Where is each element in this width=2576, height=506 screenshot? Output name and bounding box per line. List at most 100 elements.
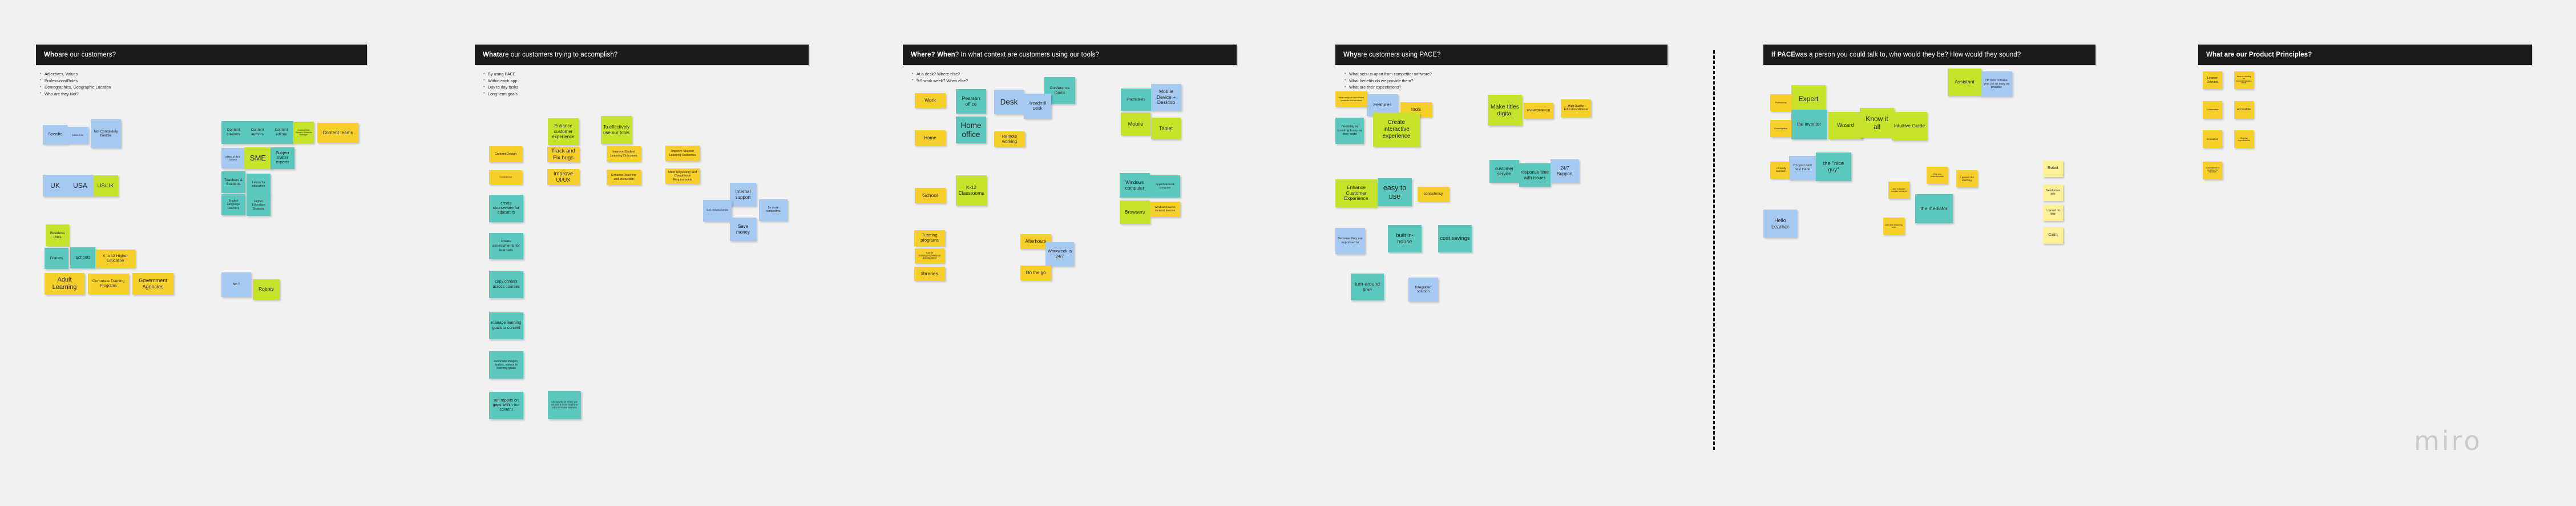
sticky-note[interactable]: Home office — [956, 117, 986, 143]
sticky-note[interactable]: Meet Regulatory and Compliance Requireme… — [665, 168, 700, 184]
sticky-note[interactable]: A commitment to excellence in education — [2203, 162, 2222, 179]
sticky-note[interactable]: Wizard — [1828, 112, 1863, 139]
sticky-note[interactable]: Browsers — [1120, 200, 1150, 224]
sticky-note[interactable]: Remote working — [994, 131, 1025, 147]
sticky-note[interactable]: Consistency — [489, 170, 522, 184]
sticky-note[interactable]: To effectively use our tools — [601, 116, 632, 144]
sticky-note[interactable]: customer service — [1489, 160, 1519, 183]
sticky-note[interactable]: Improve UI/UX — [547, 169, 579, 185]
sticky-note[interactable]: SME — [244, 147, 272, 169]
sticky-note[interactable]: Adult Learning — [45, 273, 84, 295]
sticky-note[interactable]: turn-around time — [1351, 274, 1384, 300]
sticky-note[interactable]: Improve Student Learning Outcomes — [665, 146, 700, 161]
sticky-note[interactable]: Schools — [70, 247, 95, 268]
sticky-note[interactable]: manage learning goals to content — [489, 312, 523, 339]
sticky-note[interactable]: Workweek is 24/7 — [1045, 242, 1074, 266]
sticky-note[interactable]: K-12 Classrooms — [956, 175, 987, 206]
sticky-note[interactable]: Tutoring programs — [914, 230, 945, 246]
sticky-note[interactable]: 24/7 Support — [1551, 159, 1579, 183]
sticky-note[interactable]: I'm your new best friend — [1789, 156, 1816, 180]
sticky-note[interactable]: I'm here to make your job as easy as pos… — [1981, 71, 2012, 97]
sticky-note[interactable]: Able to explain complex concepts — [1888, 182, 1909, 199]
sticky-note[interactable]: Government Agencies — [132, 273, 173, 295]
sticky-note[interactable]: focus on meeting the learners/educators … — [2234, 71, 2254, 89]
sticky-note[interactable]: K to 12 Higher Education — [95, 250, 135, 268]
sticky-note[interactable]: associate images, audios, videos to lear… — [489, 351, 523, 379]
sticky-note[interactable]: Pearson office — [956, 89, 986, 114]
sticky-note[interactable]: Enhance customer experience — [548, 118, 579, 145]
sticky-note[interactable]: the mediator — [1915, 194, 1953, 223]
sticky-note[interactable]: Desk — [994, 90, 1024, 114]
sticky-note[interactable]: Not ? — [221, 272, 251, 297]
sticky-note[interactable]: Corporate Training Programs — [88, 274, 129, 294]
sticky-note[interactable]: Treadmill Desk — [1024, 94, 1051, 119]
sticky-note[interactable]: create assessments for learners — [489, 233, 523, 259]
sticky-note[interactable]: Content Design — [489, 146, 522, 162]
sticky-note[interactable]: I cannot do that — [2043, 204, 2063, 221]
sticky-note[interactable]: Content/Web Viewers Solutions Manager — [293, 122, 314, 143]
sticky-note[interactable]: Accessible — [2234, 101, 2254, 119]
sticky-note[interactable]: the inventor — [1791, 110, 1827, 139]
sticky-note[interactable]: run reports on where are content is most… — [548, 391, 581, 419]
sticky-note[interactable]: Content teams — [317, 123, 358, 143]
sticky-note[interactable]: US/UK — [93, 175, 118, 196]
sticky-note[interactable]: Wide range of educational products and s… — [1335, 91, 1367, 107]
sticky-note[interactable]: cost savings — [1438, 225, 1472, 252]
sticky-note[interactable]: Make titles digital — [1488, 95, 1522, 126]
sticky-note[interactable]: create courseware for educators — [489, 195, 523, 222]
sticky-note[interactable]: On the go — [1020, 266, 1051, 280]
sticky-note[interactable]: Enhance Teaching and Instruction — [607, 170, 641, 185]
sticky-note[interactable]: Integrated solution — [1408, 278, 1438, 302]
sticky-note[interactable]: Improve Student Learning Outcomes — [607, 146, 641, 162]
sticky-note[interactable]: Content editors — [269, 121, 293, 144]
sticky-note[interactable]: libraries — [914, 267, 945, 281]
sticky-note[interactable]: Enhance Customer Experience — [1335, 179, 1377, 207]
sticky-note[interactable]: Carrier training/Professional developmen… — [915, 248, 944, 263]
sticky-note[interactable]: Higher Education Students — [247, 195, 270, 216]
sticky-note[interactable]: Robots — [253, 279, 280, 300]
sticky-note[interactable]: Content creators — [221, 121, 245, 144]
sticky-note[interactable]: copy content across courses — [489, 271, 523, 298]
sticky-note[interactable]: Windows/mac/os /android devices — [1150, 202, 1180, 217]
miro-board-canvas[interactable]: Who are our customers? Adjectives, Values… — [0, 0, 2576, 506]
sticky-note[interactable]: the "nice guy" — [1816, 152, 1851, 181]
sticky-note[interactable]: Intuitive Guide — [1892, 112, 1927, 140]
sticky-note[interactable]: Windows computer — [1120, 173, 1150, 198]
sticky-note[interactable]: calm and reassuring voice — [1883, 218, 1904, 235]
sticky-note[interactable]: Tablet — [1151, 118, 1181, 139]
sticky-note[interactable]: Create interactive experience — [1373, 113, 1420, 147]
sticky-note[interactable]: Innovative — [2203, 130, 2222, 148]
sticky-note[interactable]: Apple/Macbook computer — [1150, 175, 1180, 198]
sticky-note[interactable]: Internal support — [730, 183, 756, 206]
sticky-note[interactable]: Track and Fix bugs — [547, 147, 579, 162]
sticky-note[interactable]: Mobile — [1121, 113, 1150, 135]
sticky-note[interactable]: flexibility in creating features they wa… — [1335, 118, 1364, 144]
sticky-note[interactable]: School — [915, 188, 946, 203]
sticky-note[interactable]: Concerned — [67, 127, 88, 144]
sticky-note[interactable]: run reports on gaps within our content — [489, 392, 523, 419]
sticky-note[interactable]: built in-house — [1388, 225, 1422, 252]
sticky-note[interactable]: Know it all — [1860, 108, 1894, 138]
sticky-note[interactable]: Need more info — [2043, 184, 2063, 201]
sticky-note[interactable]: response time with issues — [1519, 163, 1551, 187]
sticky-note[interactable]: Subject matter experts — [270, 147, 294, 169]
sticky-note[interactable]: SMEs of their content — [221, 148, 244, 168]
sticky-note[interactable]: Laison for educators — [247, 174, 270, 195]
sticky-note[interactable]: USA — [67, 175, 93, 196]
sticky-note[interactable]: Business Units — [46, 224, 69, 246]
sticky-note[interactable]: Work — [915, 93, 946, 108]
sticky-note[interactable]: Assistant — [1948, 69, 1981, 96]
sticky-note[interactable]: Knowledgeable — [1770, 120, 1791, 137]
sticky-note[interactable]: Home — [915, 130, 946, 146]
sticky-note[interactable]: Learner Oriented — [2203, 71, 2222, 89]
sticky-note[interactable]: English Language Learners — [221, 194, 245, 215]
sticky-note[interactable]: A passion for teaching — [1956, 170, 1977, 187]
sticky-note[interactable]: Content authors — [245, 121, 269, 144]
sticky-note[interactable]: consistency — [1418, 187, 1449, 202]
sticky-note[interactable]: High Quality Education Material — [1561, 99, 1591, 117]
sticky-note[interactable]: Expert — [1791, 85, 1826, 113]
sticky-note[interactable]: Districts — [45, 248, 68, 269]
sticky-note[interactable]: Web/PDF/EPUB — [1524, 103, 1553, 119]
sticky-note[interactable]: Calm — [2043, 227, 2063, 244]
sticky-note[interactable]: Because they are supposed to — [1335, 228, 1365, 254]
